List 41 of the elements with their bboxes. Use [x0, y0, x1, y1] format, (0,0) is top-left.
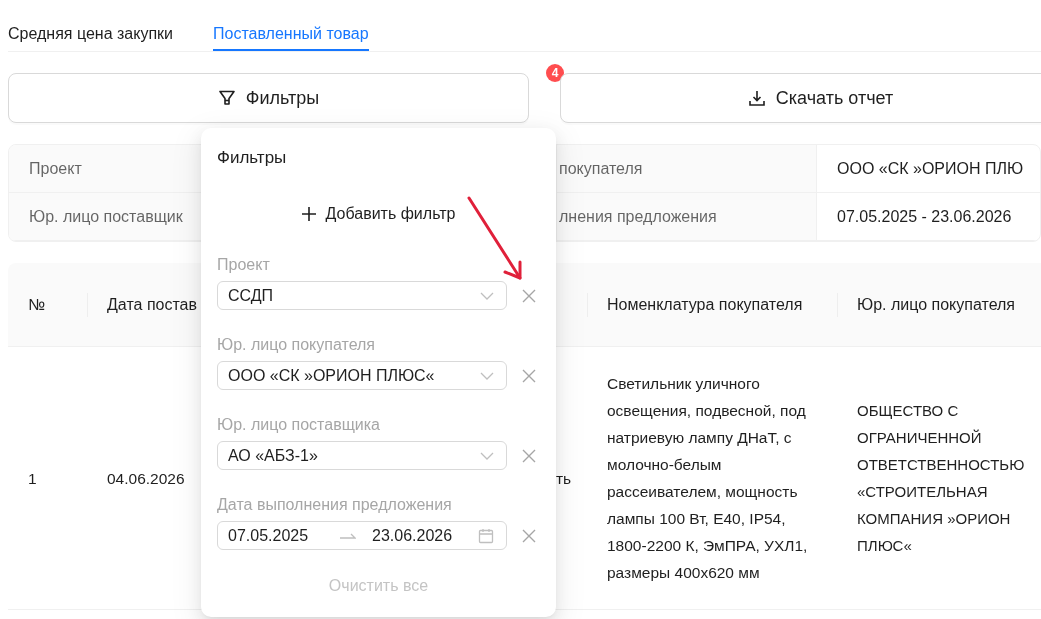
- date-range-field[interactable]: 07.05.2025 23.06.2026: [217, 521, 507, 550]
- close-icon[interactable]: [522, 368, 536, 383]
- summary-label: Юр. лицо поставщик: [29, 207, 183, 226]
- filters-button[interactable]: Фильтры: [8, 73, 529, 123]
- chevron-down-icon: [480, 291, 494, 300]
- close-icon[interactable]: [522, 448, 536, 463]
- select-field[interactable]: ООО «СК »ОРИОН ПЛЮС«: [217, 361, 507, 390]
- count-badge: 4: [546, 64, 564, 82]
- chevron-down-icon: [480, 451, 494, 460]
- close-icon[interactable]: [522, 528, 536, 543]
- chevron-down-icon: [480, 371, 494, 380]
- summary-value: ООО «СК »ОРИОН ПЛЮ: [837, 159, 1024, 178]
- close-icon[interactable]: [522, 288, 536, 303]
- column-header: Юр. лицо покупателя: [857, 295, 1016, 315]
- column-header: №: [28, 295, 46, 315]
- filter-label: Юр. лицо покупателя: [217, 335, 376, 355]
- table-cell-text: Светильник уличного освещения, подвесной, под натриевую лампу ДНаТ, с молочно-белым рассеивателем, мощность лампы 100 Вт, Е40, IP54, 1800-2200 К, ЭмПРА, УХЛ1, размеры 400х620 мм: [607, 374, 809, 583]
- filter-label: Дата выполнения предложения: [217, 495, 452, 515]
- summary-value: 07.05.2025 - 23.06.2026: [837, 207, 1012, 226]
- column-header: Номенклатура покупателя: [607, 295, 803, 315]
- table-cell-text: ОБЩЕСТВО С ОГРАНИЧЕННОЙ ОТВЕТСТВЕННОСТЬЮ «СТРОИТЕЛЬНАЯ КОМПАНИЯ »ОРИОН ПЛЮС«: [857, 401, 1026, 556]
- select-field[interactable]: АО «АБЗ-1»: [217, 441, 507, 470]
- tab[interactable]: Поставленный товар: [213, 0, 369, 51]
- calendar-icon: [478, 527, 494, 544]
- table-cell-text: 1: [28, 468, 37, 489]
- filter-icon: [217, 89, 236, 107]
- filter-label: Проект: [217, 255, 270, 275]
- summary-label: лнения предложения: [559, 207, 717, 226]
- table-cell-text: 04.06.2026: [107, 468, 185, 489]
- download-icon: [747, 89, 766, 107]
- column-header: Дата постав: [107, 295, 197, 315]
- download-report-button[interactable]: Скачать отчет: [560, 73, 1041, 123]
- summary-label: покупателя: [559, 159, 643, 178]
- tab[interactable]: Средняя цена закупки: [8, 0, 174, 51]
- select-field[interactable]: ССДП: [217, 281, 507, 310]
- popover-title: Фильтры: [217, 147, 287, 169]
- plus-icon: [301, 207, 316, 221]
- filter-label: Юр. лицо поставщика: [217, 415, 380, 435]
- add-filter-button[interactable]: Добавить фильтр: [295, 198, 462, 230]
- summary-label: Проект: [29, 159, 82, 178]
- table-cell-text: ть: [556, 468, 572, 489]
